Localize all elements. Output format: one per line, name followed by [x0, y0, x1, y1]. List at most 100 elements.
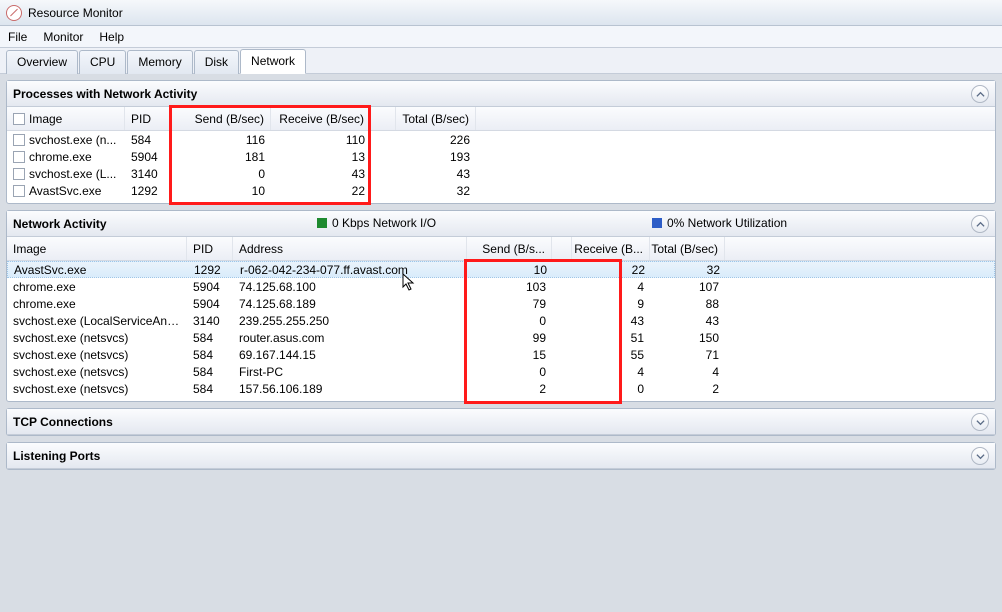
- cell-address: 74.125.68.100: [233, 280, 467, 294]
- menu-monitor[interactable]: Monitor: [43, 30, 83, 44]
- row-checkbox[interactable]: [13, 151, 25, 163]
- cell-image: svchost.exe (LocalServiceAndNo...: [7, 314, 187, 328]
- row-checkbox[interactable]: [13, 134, 25, 146]
- col-receive[interactable]: Receive (B...: [572, 237, 650, 260]
- table-header: Image PID Address Send (B/s... Receive (…: [7, 237, 995, 261]
- tab-cpu[interactable]: CPU: [79, 50, 126, 74]
- panel-listen-header[interactable]: Listening Ports: [7, 443, 995, 469]
- col-total[interactable]: Total (B/sec): [650, 237, 725, 260]
- panel-processes-body: Image PID Send (B/sec) Receive (B/sec) T…: [7, 107, 995, 203]
- cell-pid: 3140: [187, 314, 233, 328]
- cell-total: 4: [650, 365, 725, 379]
- cell-total: 88: [650, 297, 725, 311]
- table-row[interactable]: svchost.exe (netsvcs)584router.asus.com9…: [7, 329, 995, 346]
- table-row[interactable]: AvastSvc.exe1292r-062-042-234-077.ff.ava…: [7, 261, 995, 278]
- col-pid[interactable]: PID: [125, 107, 171, 130]
- cell-pid: 1292: [125, 184, 171, 198]
- cell-receive: 51: [572, 331, 650, 345]
- tabbar: Overview CPU Memory Disk Network: [0, 48, 1002, 74]
- col-address[interactable]: Address: [233, 237, 467, 260]
- chevron-down-icon[interactable]: [971, 447, 989, 465]
- content: Processes with Network Activity Image PI…: [0, 74, 1002, 612]
- panel-activity-header[interactable]: Network Activity 0 Kbps Network I/O 0% N…: [7, 211, 995, 237]
- cell-address: r-062-042-234-077.ff.avast.com: [234, 263, 468, 277]
- tab-memory[interactable]: Memory: [127, 50, 192, 74]
- table-row[interactable]: svchost.exe (LocalServiceAndNo...3140239…: [7, 312, 995, 329]
- chevron-down-icon[interactable]: [971, 413, 989, 431]
- col-receive[interactable]: Receive (B/sec): [271, 107, 371, 130]
- panel-processes-title: Processes with Network Activity: [13, 87, 197, 101]
- table-row[interactable]: chrome.exe590418113193: [7, 148, 995, 165]
- cell-image: svchost.exe (netsvcs): [7, 382, 187, 396]
- cell-pid: 5904: [187, 297, 233, 311]
- col-image[interactable]: Image: [7, 237, 187, 260]
- cell-send: 0: [467, 314, 552, 328]
- tab-disk[interactable]: Disk: [194, 50, 239, 74]
- table-row[interactable]: svchost.exe (L...314004343: [7, 165, 995, 182]
- cell-address: 157.56.106.189: [233, 382, 467, 396]
- chevron-up-icon[interactable]: [971, 215, 989, 233]
- status-network-util: 0% Network Utilization: [632, 216, 787, 231]
- panel-activity: Network Activity 0 Kbps Network I/O 0% N…: [6, 210, 996, 402]
- col-send[interactable]: Send (B/s...: [467, 237, 552, 260]
- table-row[interactable]: chrome.exe590474.125.68.18979988: [7, 295, 995, 312]
- panel-tcp: TCP Connections: [6, 408, 996, 436]
- cell-receive: 22: [271, 184, 371, 198]
- tab-network[interactable]: Network: [240, 49, 306, 74]
- cell-send: 103: [467, 280, 552, 294]
- cell-pid: 1292: [188, 263, 234, 277]
- cell-total: 43: [650, 314, 725, 328]
- cell-image: AvastSvc.exe: [7, 184, 125, 198]
- panel-activity-body: Image PID Address Send (B/s... Receive (…: [7, 237, 995, 401]
- cell-total: 193: [396, 150, 476, 164]
- panel-tcp-title: TCP Connections: [13, 415, 113, 429]
- panel-processes: Processes with Network Activity Image PI…: [6, 80, 996, 204]
- panel-listen-title: Listening Ports: [13, 449, 100, 463]
- cell-total: 2: [650, 382, 725, 396]
- table-row[interactable]: svchost.exe (netsvcs)584First-PC044: [7, 363, 995, 380]
- cell-send: 0: [171, 167, 271, 181]
- cell-receive: 110: [271, 133, 371, 147]
- table-row[interactable]: chrome.exe590474.125.68.1001034107: [7, 278, 995, 295]
- cell-send: 181: [171, 150, 271, 164]
- cell-receive: 43: [572, 314, 650, 328]
- cell-image: svchost.exe (netsvcs): [7, 331, 187, 345]
- resmon-icon: [6, 5, 22, 21]
- row-checkbox[interactable]: [13, 185, 25, 197]
- cell-pid: 584: [125, 133, 171, 147]
- table-row[interactable]: svchost.exe (netsvcs)58469.167.144.15155…: [7, 346, 995, 363]
- window-title: Resource Monitor: [28, 6, 123, 20]
- menubar: File Monitor Help: [0, 26, 1002, 48]
- square-blue-icon: [652, 218, 662, 228]
- checkbox-all[interactable]: [13, 113, 25, 125]
- cell-receive: 55: [572, 348, 650, 362]
- cell-receive: 4: [572, 365, 650, 379]
- cell-receive: 0: [572, 382, 650, 396]
- col-image[interactable]: Image: [7, 107, 125, 130]
- cell-image: chrome.exe: [7, 280, 187, 294]
- col-spacer: [371, 107, 396, 130]
- tab-overview[interactable]: Overview: [6, 50, 78, 74]
- table-row[interactable]: svchost.exe (n...584116110226: [7, 131, 995, 148]
- chevron-up-icon[interactable]: [971, 85, 989, 103]
- table-row[interactable]: AvastSvc.exe1292102232: [7, 182, 995, 199]
- panel-processes-header[interactable]: Processes with Network Activity: [7, 81, 995, 107]
- cell-total: 107: [650, 280, 725, 294]
- panel-listen: Listening Ports: [6, 442, 996, 470]
- cell-address: First-PC: [233, 365, 467, 379]
- cell-pid: 584: [187, 365, 233, 379]
- cell-receive: 4: [572, 280, 650, 294]
- cell-pid: 5904: [125, 150, 171, 164]
- col-pid[interactable]: PID: [187, 237, 233, 260]
- col-send[interactable]: Send (B/sec): [171, 107, 271, 130]
- panel-tcp-header[interactable]: TCP Connections: [7, 409, 995, 435]
- col-total[interactable]: Total (B/sec): [396, 107, 476, 130]
- row-checkbox[interactable]: [13, 168, 25, 180]
- table-row[interactable]: svchost.exe (netsvcs)584157.56.106.18920…: [7, 380, 995, 397]
- cell-send: 10: [171, 184, 271, 198]
- cell-image: svchost.exe (netsvcs): [7, 365, 187, 379]
- menu-file[interactable]: File: [8, 30, 27, 44]
- table-header: Image PID Send (B/sec) Receive (B/sec) T…: [7, 107, 995, 131]
- cell-address: 74.125.68.189: [233, 297, 467, 311]
- menu-help[interactable]: Help: [99, 30, 124, 44]
